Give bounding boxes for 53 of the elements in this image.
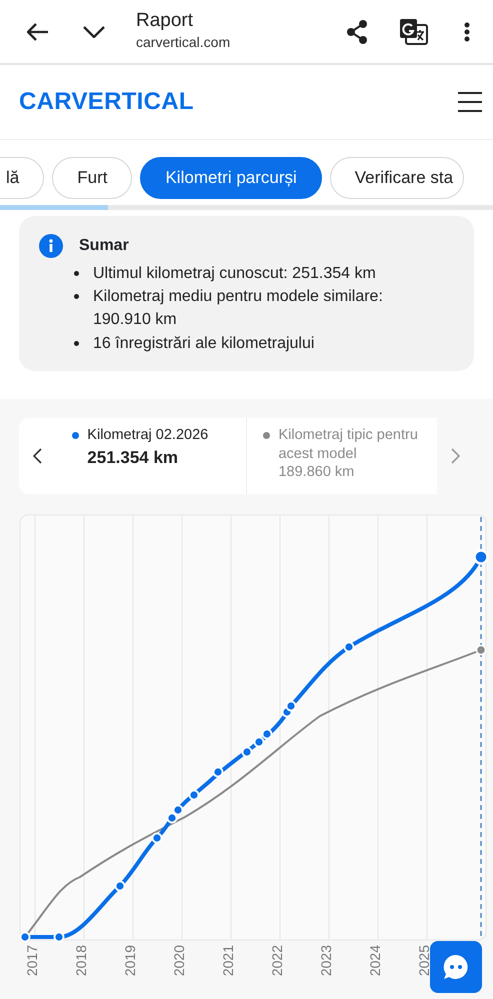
data-point [188, 790, 200, 800]
data-point [476, 644, 486, 656]
legend-value: 189.860 km [278, 463, 356, 482]
logo[interactable]: CARVERTICAL [19, 84, 194, 120]
tab[interactable]: lă [0, 156, 44, 198]
bullet-icon [74, 271, 79, 276]
summary-item: Ultimul kilometraj cunoscut: 251.354 km [93, 264, 376, 284]
data-point [254, 736, 264, 748]
tab[interactable]: Verificare sta [330, 156, 464, 198]
year-label: 2024 [367, 945, 383, 976]
year-label: 2020 [171, 945, 187, 976]
year-label: 2025 [416, 945, 432, 976]
bullet-icon [74, 340, 79, 346]
page-title: Raport [136, 10, 194, 32]
data-point [262, 728, 272, 740]
data-point [242, 746, 252, 758]
chevron-left-icon [33, 448, 42, 464]
legend-value: 251.354 km [87, 446, 180, 469]
menu-icon[interactable] [458, 92, 482, 112]
year-label: 2017 [24, 945, 40, 976]
data-point [172, 804, 184, 816]
tab[interactable]: Furt [52, 156, 132, 198]
info-icon [39, 234, 63, 258]
legend-label: Kilometraj tipic pentru acest model [278, 426, 419, 464]
chat-icon [442, 953, 470, 981]
legend-label: Kilometraj 02.2026 [87, 426, 208, 445]
data-point [54, 932, 64, 942]
bullet-icon [74, 294, 79, 300]
year-label: 2018 [73, 945, 89, 976]
year-label: 2023 [318, 945, 334, 976]
summary-title: Sumar [79, 236, 129, 256]
data-point [20, 932, 30, 942]
data-point [286, 700, 296, 712]
back-icon[interactable] [27, 22, 49, 40]
chevron-right-icon [450, 448, 460, 464]
chevron-down-icon[interactable] [83, 26, 105, 38]
summary-item: Kilometraj mediu pentru modele similare: 190.910 km [93, 287, 384, 330]
year-label: 2019 [122, 945, 138, 976]
year-label: 2021 [220, 945, 236, 976]
share-icon[interactable] [346, 20, 368, 44]
data-point [166, 812, 178, 824]
translate-icon[interactable] [400, 18, 428, 44]
year-label: 2022 [269, 945, 285, 976]
data-point [114, 880, 126, 892]
data-point [212, 766, 224, 778]
data-point [152, 832, 162, 844]
summary-item: 16 înregistrări ale kilometrajului [93, 334, 314, 354]
page-url: carvertical.com [136, 33, 232, 52]
chat-button[interactable] [430, 941, 482, 993]
more-icon[interactable] [464, 22, 470, 42]
data-point [473, 549, 489, 565]
data-point [344, 642, 354, 652]
tab[interactable]: Kilometri parcurși [140, 156, 322, 198]
